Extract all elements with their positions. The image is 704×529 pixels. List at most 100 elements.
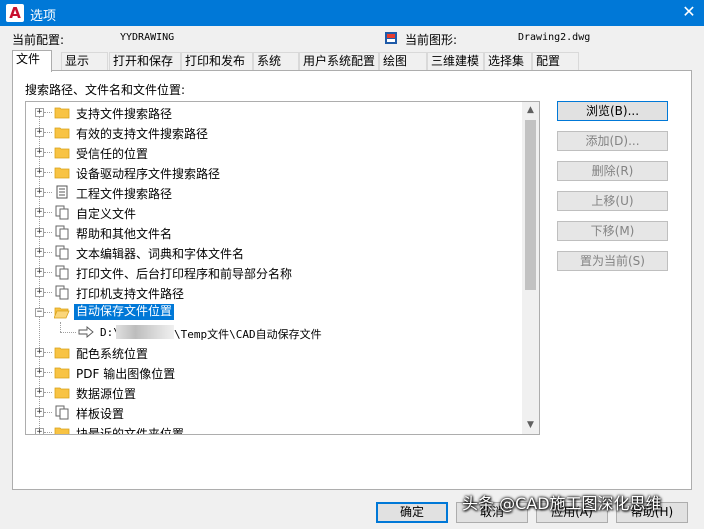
tree-item-text-editor-dictionary-font[interactable]: + 文本编辑器、词典和字体文件名 (26, 242, 523, 262)
folder-icon (54, 127, 70, 139)
file-stack-icon (55, 205, 69, 220)
panel-caption: 搜索路径、文件名和文件位置: (25, 83, 186, 97)
tab-selection[interactable]: 选择集 (484, 52, 532, 71)
tree-item-device-driver-search-path[interactable]: + 设备驱动程序文件搜索路径 (26, 162, 523, 182)
tab-files[interactable]: 文件 (12, 50, 52, 72)
tab-user-preferences[interactable]: 用户系统配置 (299, 52, 379, 71)
autosave-path-suffix: \Temp文件\CAD自动保存文件 (174, 328, 322, 341)
scroll-down-icon[interactable]: ▼ (522, 417, 539, 434)
move-up-button[interactable]: 上移(U) (557, 191, 668, 211)
tree-item-support-file-search-path[interactable]: + 支持文件搜索路径 (26, 102, 523, 122)
tree-item-label: 自定义文件 (76, 207, 137, 221)
tree-item-label: 块最近的文件夹位置 (76, 427, 185, 435)
current-drawing-value: Drawing2.dwg (518, 32, 591, 43)
tab-plot-and-publish[interactable]: 打印和发布 (181, 52, 253, 71)
tree-item-working-support-file-search-path[interactable]: + 有效的支持文件搜索路径 (26, 122, 523, 142)
collapse-icon[interactable]: − (35, 308, 44, 317)
tab-3d-modeling[interactable]: 三维建模 (427, 52, 484, 71)
expand-icon[interactable]: + (35, 248, 44, 257)
browse-button[interactable]: 浏览(B)... (557, 101, 668, 121)
open-folder-icon (54, 307, 70, 319)
files-panel: 搜索路径、文件名和文件位置: + 支持文件搜索路径 + 有效的支持文件搜索路径 … (12, 70, 692, 490)
folder-icon (54, 427, 70, 434)
expand-icon[interactable]: + (35, 168, 44, 177)
folder-icon (54, 107, 70, 119)
folder-icon (54, 367, 70, 379)
move-down-button[interactable]: 下移(M) (557, 221, 668, 241)
tab-profiles[interactable]: 配置 (532, 52, 579, 71)
scroll-up-icon[interactable]: ▲ (522, 102, 539, 119)
expand-icon[interactable]: + (35, 408, 44, 417)
file-stack-icon (55, 405, 69, 420)
window-title: 选项 (30, 9, 57, 24)
current-profile-label: 当前配置: (12, 33, 65, 47)
tree-item-recent-block-folder[interactable]: + 块最近的文件夹位置 (26, 422, 523, 435)
tree-child-autosave-path[interactable]: D:\ \Temp文件\CAD自动保存文件 (26, 322, 523, 342)
tree-item-label: 支持文件搜索路径 (76, 107, 173, 121)
tree-item-label: 配色系统位置 (76, 347, 149, 361)
tree-item-label: 样板设置 (76, 407, 125, 421)
tab-system[interactable]: 系统 (253, 52, 299, 71)
expand-icon[interactable]: + (35, 128, 44, 137)
tree-item-label: 文本编辑器、词典和字体文件名 (76, 247, 245, 261)
folder-icon (54, 387, 70, 399)
set-current-button[interactable]: 置为当前(S) (557, 251, 668, 271)
scroll-thumb[interactable] (525, 120, 536, 290)
file-stack-icon (55, 285, 69, 300)
folder-icon (54, 347, 70, 359)
expand-icon[interactable]: + (35, 108, 44, 117)
tree-item-label: 有效的支持文件搜索路径 (76, 127, 209, 141)
tree-item-trusted-locations[interactable]: + 受信任的位置 (26, 142, 523, 162)
tree-item-label: 受信任的位置 (76, 147, 149, 161)
arrow-right-icon (78, 326, 94, 338)
expand-icon[interactable]: + (35, 228, 44, 237)
expand-icon[interactable]: + (35, 428, 44, 434)
expand-icon[interactable]: + (35, 348, 44, 357)
expand-icon[interactable]: + (35, 268, 44, 277)
current-profile-value: YYDRAWING (120, 32, 175, 43)
expand-icon[interactable]: + (35, 388, 44, 397)
file-stack-icon (55, 265, 69, 280)
watermark-text: 头条 @CAD施工图深化思维 (462, 494, 662, 513)
profile-row: 当前配置: YYDRAWING 当前图形: Drawing2.dwg (0, 30, 704, 48)
title-bar: A 选项 ✕ (0, 0, 704, 26)
drawing-file-icon (385, 32, 397, 44)
tree-item-print-file-spooler-prolog[interactable]: + 打印文件、后台打印程序和前导部分名称 (26, 262, 523, 282)
project-file-icon (56, 185, 68, 199)
tree-scrollbar[interactable]: ▲ ▼ (522, 102, 539, 434)
tab-drafting[interactable]: 绘图 (379, 52, 427, 71)
folder-icon (54, 147, 70, 159)
tree-item-label: 设备驱动程序文件搜索路径 (76, 167, 221, 181)
tab-display[interactable]: 显示 (61, 52, 108, 71)
expand-icon[interactable]: + (35, 188, 44, 197)
file-stack-icon (55, 225, 69, 240)
tree-item-label: 打印文件、后台打印程序和前导部分名称 (76, 267, 293, 281)
tree-item-autosave-location[interactable]: − 自动保存文件位置 (26, 302, 523, 322)
close-icon[interactable]: ✕ (674, 0, 704, 26)
tab-open-and-save[interactable]: 打开和保存 (109, 52, 181, 71)
tree-item-label: 帮助和其他文件名 (76, 227, 173, 241)
redacted-path-segment (116, 325, 174, 339)
ok-button[interactable]: 确定 (376, 502, 448, 523)
tree-item-color-book-locations[interactable]: + 配色系统位置 (26, 342, 523, 362)
tree-item-project-search-path[interactable]: + 工程文件搜索路径 (26, 182, 523, 202)
expand-icon[interactable]: + (35, 368, 44, 377)
tree-item-label: 自动保存文件位置 (74, 304, 175, 320)
tree-item-label: 数据源位置 (76, 387, 137, 401)
current-drawing-label: 当前图形: (405, 33, 458, 47)
tree-item-label: 工程文件搜索路径 (76, 187, 173, 201)
tree-item-customization-files[interactable]: + 自定义文件 (26, 202, 523, 222)
expand-icon[interactable]: + (35, 208, 44, 217)
file-location-tree[interactable]: + 支持文件搜索路径 + 有效的支持文件搜索路径 + 受信任的位置 + 设备驱动… (25, 101, 540, 435)
add-button[interactable]: 添加(D)... (557, 131, 668, 151)
tree-item-template-settings[interactable]: + 样板设置 (26, 402, 523, 422)
remove-button[interactable]: 删除(R) (557, 161, 668, 181)
tree-item-pdf-image-location[interactable]: + PDF 输出图像位置 (26, 362, 523, 382)
tree-item-printer-support-path[interactable]: + 打印机支持文件路径 (26, 282, 523, 302)
tree-item-help-and-misc-files[interactable]: + 帮助和其他文件名 (26, 222, 523, 242)
tree-item-label: 打印机支持文件路径 (76, 287, 185, 301)
tree-item-data-sources-location[interactable]: + 数据源位置 (26, 382, 523, 402)
expand-icon[interactable]: + (35, 148, 44, 157)
expand-icon[interactable]: + (35, 288, 44, 297)
tree-item-label: PDF 输出图像位置 (76, 367, 176, 381)
